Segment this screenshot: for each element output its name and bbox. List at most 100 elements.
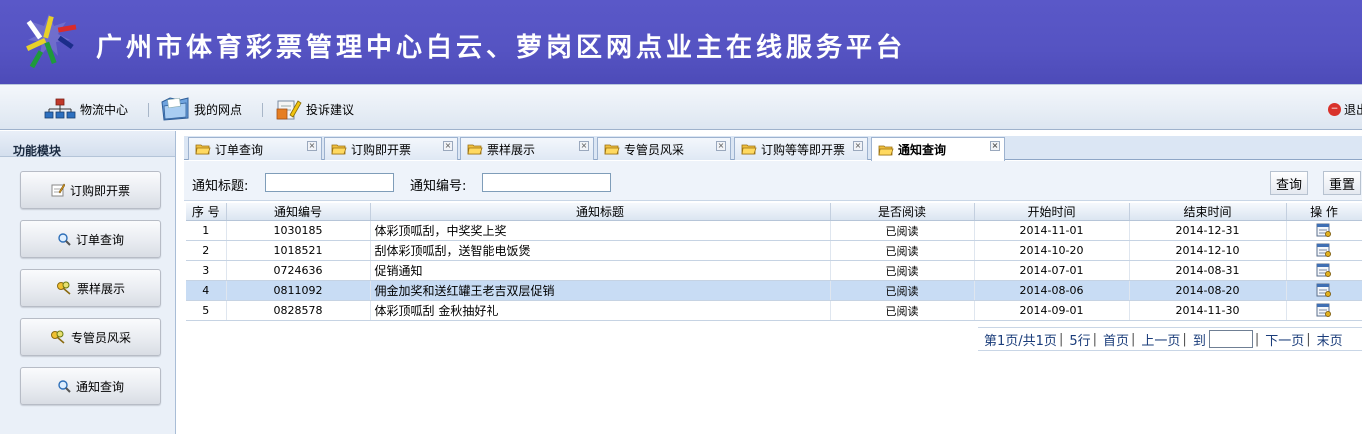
folder-blue-icon <box>161 97 189 121</box>
tab-close-icon[interactable]: × <box>990 141 1000 151</box>
cell-title: 体彩顶呱刮 金秋抽好礼 <box>370 300 831 321</box>
cell-start: 2014-09-01 <box>974 300 1130 321</box>
tab-label: 订购即开票 <box>351 142 412 157</box>
toolbar-my-outlets[interactable]: 我的网点 <box>160 97 242 121</box>
notice-title-label: 通知标题: <box>192 179 249 194</box>
cell-read: 已阅读 <box>830 240 975 261</box>
view-detail-icon[interactable] <box>1316 303 1332 318</box>
prev-page-link[interactable]: 上一页 <box>1141 330 1180 349</box>
table-row[interactable]: 3 0724636 促销通知 已阅读 2014-07-01 2014-08-31 <box>186 260 1362 281</box>
notice-query-content: 通知标题: 通知编号: 查询 重置 序 号 通知编号 通知标题 是否阅读 开始时… <box>184 161 1362 434</box>
cell-title: 促销通知 <box>370 260 831 281</box>
cell-read: 已阅读 <box>830 280 975 301</box>
view-detail-icon[interactable] <box>1316 283 1332 298</box>
tab-order-instant-tickets[interactable]: 订购即开票 × <box>324 137 458 160</box>
notice-number-label: 通知编号: <box>410 179 467 194</box>
module-ticket-samples[interactable]: 票样展示 <box>20 269 161 307</box>
tab-specialist-profiles[interactable]: 专管员风采 × <box>597 137 731 160</box>
function-module-panel: 功能模块 订购即开票 订单查询 票样展示 专管员风采 通知查询 <box>0 131 176 434</box>
cell-seq: 4 <box>186 280 227 301</box>
toolbar-complaints-label: 投诉建议 <box>306 102 355 117</box>
module-specialist-profiles[interactable]: 专管员风采 <box>20 318 161 356</box>
toolbar-complaints[interactable]: 投诉建议 <box>276 97 354 121</box>
cell-read: 已阅读 <box>830 260 975 281</box>
sports-lottery-logo-icon <box>26 14 77 69</box>
cell-start: 2014-07-01 <box>974 260 1130 281</box>
cell-seq: 1 <box>186 220 227 241</box>
cell-seq: 2 <box>186 240 227 261</box>
pager-divider: | <box>1131 331 1136 347</box>
folder-icon <box>878 144 894 156</box>
cell-end: 2014-08-31 <box>1129 260 1287 281</box>
view-detail-icon[interactable] <box>1316 243 1332 258</box>
edit-note-icon <box>51 183 65 197</box>
column-header: 是否阅读 <box>830 203 975 221</box>
goto-label: 到 <box>1192 333 1206 349</box>
cell-number: 1018521 <box>226 240 371 261</box>
folder-icon <box>741 143 757 155</box>
site-banner: 广州市体育彩票管理中心白云、萝岗区网点业主在线服务平台 <box>0 0 1362 84</box>
tab-order-wait-instant-tickets[interactable]: 订购等等即开票 × <box>734 137 868 160</box>
site-title: 广州市体育彩票管理中心白云、萝岗区网点业主在线服务平台 <box>96 33 907 63</box>
tab-label: 票样展示 <box>487 142 536 157</box>
last-page-link[interactable]: 末页 <box>1317 330 1343 349</box>
cell-seq: 3 <box>186 260 227 281</box>
cell-read: 已阅读 <box>830 220 975 241</box>
tab-close-icon[interactable]: × <box>307 141 317 151</box>
notice-number-input[interactable] <box>482 173 611 192</box>
cell-title: 体彩顶呱刮，中奖奖上奖 <box>370 220 831 241</box>
cell-number: 1030185 <box>226 220 371 241</box>
pager-divider: | <box>1306 331 1311 347</box>
module-label: 通知查询 <box>75 379 124 394</box>
pager-divider: | <box>1058 331 1064 347</box>
tab-close-icon[interactable]: × <box>716 141 726 151</box>
column-header: 序 号 <box>186 203 227 221</box>
cell-title: 佣金加奖和送红罐王老吉双层促销 <box>370 280 831 301</box>
goto-page-input[interactable] <box>1208 330 1253 348</box>
column-header: 结束时间 <box>1129 203 1287 221</box>
notice-table: 序 号 通知编号 通知标题 是否阅读 开始时间 结束时间 操 作 1 103018… <box>186 203 1362 321</box>
exit-button[interactable]: − 退出 <box>1327 97 1362 121</box>
next-page-link[interactable]: 下一页 <box>1265 330 1304 349</box>
tab-label: 专管员风采 <box>624 142 685 157</box>
cell-number: 0811092 <box>226 280 371 301</box>
feedback-edit-icon <box>276 100 302 120</box>
reset-button[interactable]: 重置 <box>1323 171 1362 195</box>
module-order-instant-tickets[interactable]: 订购即开票 <box>20 171 161 209</box>
toolbar-logistics-center[interactable]: 物流中心 <box>44 97 128 121</box>
tab-close-icon[interactable]: × <box>579 141 589 151</box>
pager-divider: | <box>1092 331 1097 347</box>
module-notice-query[interactable]: 通知查询 <box>20 367 161 405</box>
cell-operation <box>1286 280 1362 301</box>
tab-notice-query[interactable]: 通知查询 × <box>871 137 1005 161</box>
toolbar-logistics-label: 物流中心 <box>80 102 129 117</box>
cell-start: 2014-10-20 <box>974 240 1130 261</box>
search-bar: 通知标题: 通知编号: 查询 重置 <box>184 161 1362 201</box>
keys-icon <box>56 281 72 295</box>
page-info: 第1页/共1页 <box>984 333 1057 349</box>
tab-close-icon[interactable]: × <box>443 141 453 151</box>
toolbar-divider <box>262 103 263 117</box>
cell-end: 2014-08-20 <box>1129 280 1287 301</box>
first-page-link[interactable]: 首页 <box>1103 330 1129 349</box>
module-order-query[interactable]: 订单查询 <box>20 220 161 258</box>
table-row[interactable]: 4 0811092 佣金加奖和送红罐王老吉双层促销 已阅读 2014-08-06 2014… <box>186 280 1362 301</box>
pager-divider: | <box>1182 331 1187 347</box>
cell-number: 0828578 <box>226 300 371 321</box>
table-row[interactable]: 5 0828578 体彩顶呱刮 金秋抽好礼 已阅读 2014-09-01 2014-11-… <box>186 300 1362 321</box>
query-button[interactable]: 查询 <box>1270 171 1309 195</box>
view-detail-icon[interactable] <box>1316 223 1332 238</box>
tab-order-query[interactable]: 订单查询 × <box>188 137 322 160</box>
network-icon <box>44 98 76 119</box>
cell-end: 2014-11-30 <box>1129 300 1287 321</box>
view-detail-icon[interactable] <box>1316 263 1332 278</box>
folder-icon <box>467 143 483 155</box>
table-row[interactable]: 2 1018521 刮体彩顶呱刮，送智能电饭煲 已阅读 2014-10-20 2014-1… <box>186 240 1362 261</box>
tab-close-icon[interactable]: × <box>853 141 863 151</box>
cell-seq: 5 <box>186 300 227 321</box>
tab-ticket-samples[interactable]: 票样展示 × <box>460 137 594 160</box>
top-toolbar: 物流中心 我的网点 投诉建议 − 退出 <box>0 84 1362 130</box>
table-row[interactable]: 1 1030185 体彩顶呱刮，中奖奖上奖 已阅读 2014-11-01 2014-12-… <box>186 220 1362 241</box>
rows-info: 5行 <box>1069 333 1091 349</box>
notice-title-input[interactable] <box>265 173 394 192</box>
